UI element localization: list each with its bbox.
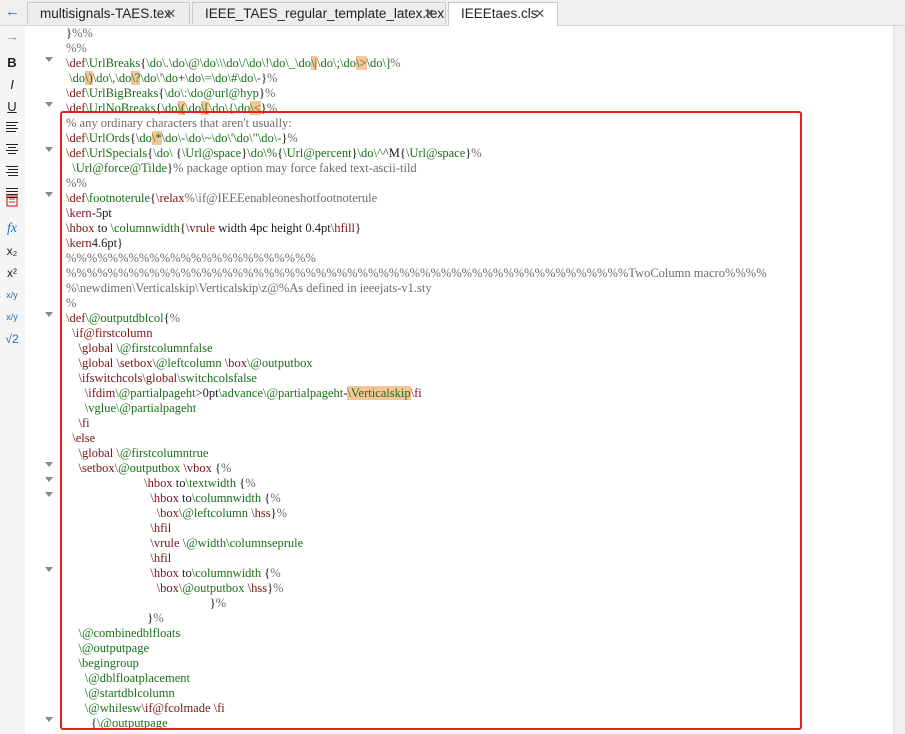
tab-ieeetaes-cls[interactable]: IEEEtaes.cls ✕	[448, 2, 558, 26]
fold-arrow-icon[interactable]	[45, 312, 53, 317]
fold-arrow-icon[interactable]	[45, 192, 53, 197]
code-line: % any ordinary characters that aren't us…	[66, 116, 292, 130]
square-root-icon[interactable]: √2	[2, 330, 22, 348]
code-line: \vglue\@partialpageht	[84, 401, 197, 415]
align-center-icon[interactable]	[2, 142, 22, 160]
code-line: \def\@outputdblcol{%	[66, 311, 181, 325]
code-line: \hfil	[150, 521, 172, 535]
back-arrow-icon[interactable]: ←	[5, 4, 20, 20]
tab-label: multisignals-TAES.tex	[40, 6, 172, 21]
code-line: \hbox to\columnwidth {%	[150, 491, 281, 505]
code-line: \global \@firstcolumnfalse	[78, 341, 213, 355]
forward-arrow-icon[interactable]: →	[2, 27, 22, 45]
code-line: \begingroup	[78, 656, 139, 670]
tab-label: IEEE_TAES_regular_template_latex.tex	[205, 6, 445, 21]
italic-icon[interactable]: I	[2, 76, 22, 94]
code-line: \def\UrlBreaks{\do\.\do\@\do\\\do\/\do\!…	[66, 56, 401, 70]
code-line: \@dblfloatplacement	[84, 671, 190, 685]
fold-arrow-icon[interactable]	[45, 462, 53, 467]
vertical-scrollbar[interactable]	[893, 26, 905, 734]
code-line: \do\)\do\,\do\?\do\'\do+\do\=\do\#\do\-}…	[69, 71, 278, 85]
code-line: \global \setbox\@leftcolumn \box\@output…	[78, 356, 313, 370]
insert-image-icon[interactable]	[2, 194, 22, 212]
code-line: \@outputpage	[78, 641, 150, 655]
format-toolbar: → B I U fx x₂ x² x/y x/y √2	[0, 26, 25, 734]
code-line: \box\@outputbox \hss}%	[156, 581, 284, 595]
superscript-icon[interactable]: x²	[2, 264, 22, 282]
code-line: \def\UrlSpecials{\do\ {\Url@space}\do\%{…	[66, 146, 482, 160]
close-icon[interactable]: ✕	[164, 3, 178, 24]
fold-arrow-icon[interactable]	[45, 147, 53, 152]
align-left-icon[interactable]	[2, 120, 22, 138]
code-line: \def\UrlNoBreaks{\do\(\do\[\do\{\do\<}%	[66, 101, 278, 115]
code-line: \def\UrlBigBreaks{\do\:\do@url@hyp}%	[66, 86, 276, 100]
function-icon[interactable]: fx	[2, 220, 22, 238]
code-line: \box\@leftcolumn \hss}%	[156, 506, 287, 520]
align-right-icon[interactable]	[2, 164, 22, 182]
code-line: \def\UrlOrds{\do\*\do\-\do\~\do\'\do\"\d…	[66, 131, 298, 145]
code-line: \if@firstcolumn	[72, 326, 153, 340]
close-icon[interactable]: ✕	[533, 3, 547, 24]
code-line: \hfil	[150, 551, 172, 565]
fold-arrow-icon[interactable]	[45, 477, 53, 482]
fold-arrow-icon[interactable]	[45, 567, 53, 572]
code-line: \@startdblcolumn	[84, 686, 175, 700]
code-line: }%	[66, 596, 227, 610]
fold-arrow-icon[interactable]	[45, 102, 53, 107]
code-line: \ifswitchcols\global\switchcolsfalse	[78, 371, 257, 385]
code-line: %%	[66, 176, 87, 190]
underline-icon[interactable]: U	[2, 98, 22, 116]
subscript-icon[interactable]: x₂	[2, 242, 22, 260]
inline-fraction-icon[interactable]: x/y	[2, 308, 22, 326]
code-line: %%%%%%%%%%%%%%%%%%%%%%%%	[66, 251, 316, 265]
code-line: \@combinedblfloats	[78, 626, 181, 640]
code-line: %%	[66, 41, 87, 55]
code-line: \kern4.6pt}	[66, 236, 124, 250]
code-line: \vrule \@width\columnseprule	[150, 536, 304, 550]
fold-arrow-icon[interactable]	[45, 492, 53, 497]
code-line: \Url@force@Tilde}% package option may fo…	[72, 161, 417, 175]
code-line: \hbox to \columnwidth{\vrule width 4pc h…	[66, 221, 362, 235]
fraction-icon[interactable]: x/y	[2, 286, 22, 304]
code-line: %\newdimen\Verticalskip\Verticalskip\z@%…	[66, 281, 432, 295]
code-line: \setbox\@outputbox \vbox {%	[78, 461, 232, 475]
code-line: }%	[66, 611, 164, 625]
code-editor[interactable]: }%%%% \def\UrlBreaks{\do\.\do\@\do\\\do\/…	[61, 26, 892, 734]
tab-bar: ← multisignals-TAES.tex ✕ IEEE_TAES_regu…	[0, 0, 905, 26]
fold-arrow-icon[interactable]	[45, 717, 53, 722]
code-line: {\@outputpage	[66, 716, 168, 730]
tab-ieee-template[interactable]: IEEE_TAES_regular_template_latex.tex ✕	[192, 2, 446, 24]
code-line: \hbox to\textwidth {%	[144, 476, 256, 490]
code-line: \ifdim\@partialpageht>0pt\advance\@parti…	[84, 386, 422, 400]
bold-icon[interactable]: B	[2, 54, 22, 72]
code-line: \fi	[78, 416, 90, 430]
code-line: \@whilesw\if@fcolmade \fi	[84, 701, 225, 715]
code-line: }%%	[66, 26, 93, 40]
fold-arrow-icon[interactable]	[45, 57, 53, 62]
close-icon[interactable]: ✕	[422, 3, 436, 24]
code-line: \kern-5pt	[66, 206, 112, 220]
code-line: %%%%%%%%%%%%%%%%%%%%%%%%%%%%%%%%%%%%%%%%…	[66, 266, 767, 280]
code-line: \else	[72, 431, 96, 445]
code-line: \global \@firstcolumntrue	[78, 446, 209, 460]
tab-label: IEEEtaes.cls	[461, 6, 538, 21]
fold-gutter	[25, 26, 60, 734]
code-line: %	[66, 296, 77, 310]
code-line: \def\footnoterule{\relax%\if@IEEEenableo…	[66, 191, 378, 205]
tab-multisignals[interactable]: multisignals-TAES.tex ✕	[27, 2, 190, 24]
code-line: \hbox to\columnwidth {%	[150, 566, 281, 580]
